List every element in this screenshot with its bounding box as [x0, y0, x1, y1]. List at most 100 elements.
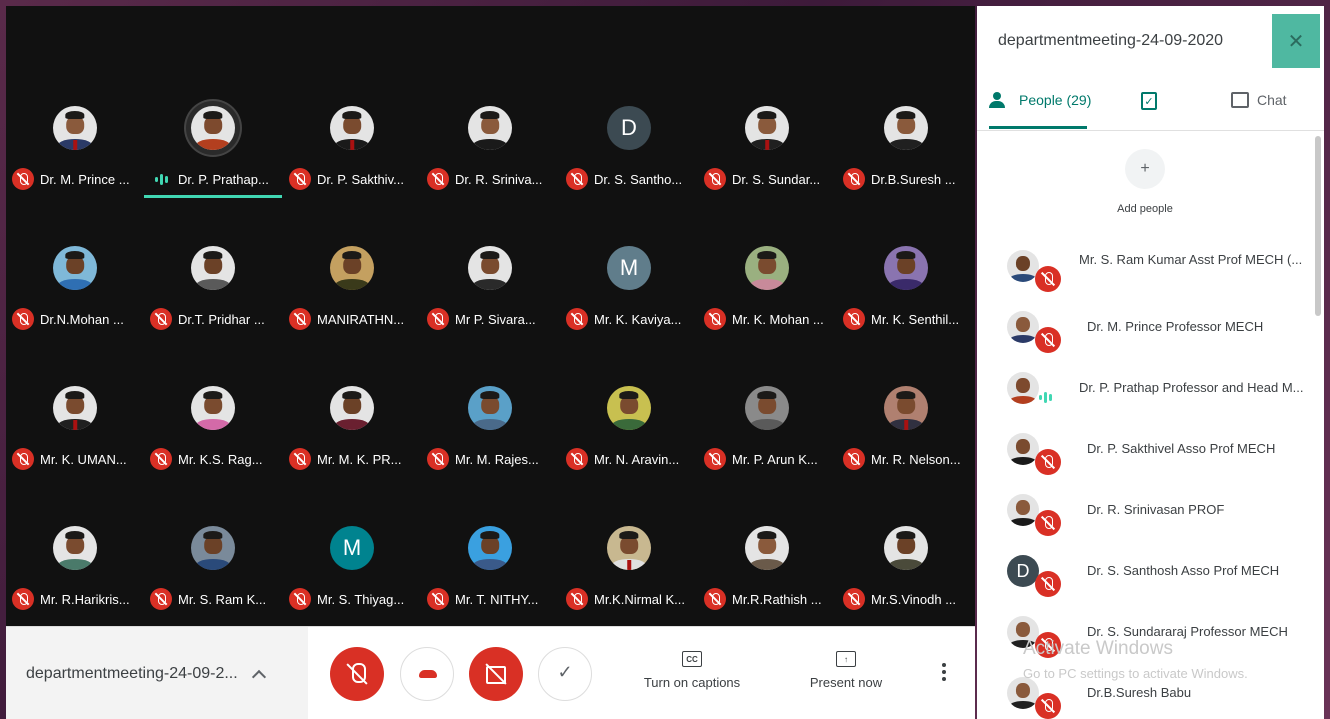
captions-button[interactable]: CC Turn on captions	[642, 651, 742, 690]
avatar: M	[330, 526, 374, 570]
participant-tile[interactable]: Dr.T. Pridhar ...	[144, 146, 282, 330]
avatar	[330, 386, 374, 430]
participant-tile[interactable]: MANIRATHN...	[283, 146, 421, 330]
microphone-muted-icon	[12, 588, 34, 610]
avatar	[745, 246, 789, 290]
participant-list-scrollbar[interactable]	[1315, 136, 1321, 316]
meeting-details-toggle[interactable]: departmentmeeting-24-09-2...	[6, 627, 308, 719]
participant-tile[interactable]: Mr. M. Rajes...	[421, 286, 559, 470]
participant-tile[interactable]: Dr.B.Suresh ...	[837, 6, 975, 190]
participant-tile[interactable]: Mr. K. UMAN...	[6, 286, 144, 470]
participant-tile[interactable]: Mr. R. Nelson...	[837, 286, 975, 470]
microphone-muted-icon	[1035, 693, 1061, 719]
participant-list-item[interactable]: Dr. M. Prince Professor MECH	[977, 297, 1324, 358]
activate-windows-subtitle: Go to PC settings to activate Windows.	[1023, 666, 1248, 681]
participant-tile[interactable]: Mr P. Sivara...	[421, 146, 559, 330]
participant-list-name: Dr. S. Santhosh Asso Prof MECH	[1087, 563, 1280, 578]
participant-tile[interactable]: Mr.R.Rathish ...	[698, 426, 836, 610]
participant-tile[interactable]: Mr. K.S. Rag...	[144, 286, 282, 470]
microphone-muted-icon	[1035, 571, 1061, 597]
activate-windows-title: Activate Windows	[1023, 638, 1173, 659]
participant-tile[interactable]: Mr. P. Arun K...	[698, 286, 836, 470]
participant-list-name: Mr. S. Ram Kumar Asst Prof MECH (...	[1079, 252, 1303, 267]
participant-tile[interactable]: Dr. P. Sakthiv...	[283, 6, 421, 190]
participant-tile[interactable]: Mr. K. Senthil...	[837, 146, 975, 330]
participant-tile[interactable]: Dr. P. Prathap...	[144, 6, 282, 198]
participant-tile[interactable]: Dr.N.Mohan ...	[6, 146, 144, 330]
participant-name-row: Mr. S. Ram K...	[150, 588, 282, 610]
captions-label: Turn on captions	[643, 675, 741, 690]
avatar	[884, 526, 928, 570]
leave-call-button[interactable]	[400, 647, 454, 701]
participant-list-item[interactable]: Dr. P. Prathap Professor and Head M...	[977, 358, 1324, 419]
participant-tile[interactable]: Mr.K.Nirmal K...	[560, 426, 698, 610]
tab-people[interactable]: People (29)	[989, 92, 1091, 108]
present-now-button[interactable]: ↑ Present now	[806, 651, 886, 690]
participant-tile[interactable]: Dr. M. Prince ...	[6, 6, 144, 190]
participant-name-row: Mr. S. Thiyag...	[289, 588, 421, 610]
add-people-label: Add people	[1117, 203, 1173, 215]
microphone-muted-icon	[843, 588, 865, 610]
avatar	[468, 246, 512, 290]
captions-icon: CC	[682, 651, 702, 667]
avatar	[191, 386, 235, 430]
chat-icon	[1231, 92, 1249, 108]
participant-name: Mr.R.Rathish ...	[732, 591, 822, 607]
task-checklist-icon: ✓	[1141, 92, 1157, 110]
participant-tile[interactable]: M Mr. S. Thiyag...	[283, 426, 421, 610]
microphone-toggle-button[interactable]	[330, 647, 384, 701]
avatar-initial: D	[1016, 560, 1030, 581]
participant-name-row: Mr. T. NITHY...	[427, 588, 559, 610]
participant-tile[interactable]: M Mr. K. Kaviya...	[560, 146, 698, 330]
avatar	[884, 386, 928, 430]
participant-tile[interactable]: Mr. T. NITHY...	[421, 426, 559, 610]
participant-list-item[interactable]: Mr. S. Ram Kumar Asst Prof MECH (...	[977, 236, 1324, 297]
camera-toggle-button[interactable]	[469, 647, 523, 701]
participant-tile[interactable]: D Dr. S. Santho...	[560, 6, 698, 190]
avatar	[468, 386, 512, 430]
participant-list-item[interactable]: Dr. P. Sakthivel Asso Prof MECH	[977, 419, 1324, 480]
speaking-indicator-icon	[1039, 392, 1052, 403]
attendance-check-button[interactable]: ✓	[538, 647, 592, 701]
participant-tile[interactable]: Dr. R. Sriniva...	[421, 6, 559, 190]
participant-name-row: Mr.R.Rathish ...	[704, 588, 836, 610]
people-icon	[989, 92, 1011, 108]
tab-tasks[interactable]: ✓	[1141, 92, 1157, 110]
avatar	[468, 106, 512, 150]
close-panel-button[interactable]: ✕	[1272, 14, 1320, 68]
participant-tile[interactable]: Mr. S. Ram K...	[144, 426, 282, 610]
participant-list-item[interactable]: Dr. R. Srinivasan PROF	[977, 480, 1324, 541]
avatar-initial: M	[342, 535, 362, 560]
avatar-initial: M	[619, 255, 639, 280]
participant-tile[interactable]: Dr. S. Sundar...	[698, 6, 836, 190]
meeting-code-label: departmentmeeting-24-09-2...	[26, 664, 238, 682]
tab-chat[interactable]: Chat	[1231, 92, 1287, 108]
participant-tile[interactable]: Mr. K. Mohan ...	[698, 146, 836, 330]
microphone-muted-icon	[566, 588, 588, 610]
participant-list-name: Dr. S. Sundararaj Professor MECH	[1087, 624, 1288, 639]
participant-name: Mr. T. NITHY...	[455, 591, 539, 607]
avatar	[330, 246, 374, 290]
avatar	[330, 106, 374, 150]
avatar	[607, 386, 651, 430]
avatar	[53, 386, 97, 430]
add-person-icon: +	[1125, 149, 1165, 189]
participant-tile[interactable]: Mr. R.Harikris...	[6, 426, 144, 610]
add-people-button[interactable]: + Add people	[1115, 149, 1175, 215]
avatar: D	[607, 106, 651, 150]
present-label: Present now	[809, 675, 883, 690]
close-icon: ✕	[1287, 30, 1305, 53]
participant-list-item[interactable]: D Dr. S. Santhosh Asso Prof MECH	[977, 541, 1324, 602]
participant-tile[interactable]: Mr. M. K. PR...	[283, 286, 421, 470]
participant-name-row: Mr.K.Nirmal K...	[566, 588, 698, 610]
avatar	[745, 526, 789, 570]
participant-name-row: Mr. R.Harikris...	[12, 588, 144, 610]
participant-tile[interactable]: Mr. N. Aravin...	[560, 286, 698, 470]
participant-list-name: Dr. M. Prince Professor MECH	[1087, 319, 1264, 334]
avatar	[1007, 372, 1039, 404]
avatar	[884, 106, 928, 150]
microphone-muted-icon	[1035, 266, 1061, 292]
panel-title: departmentmeeting-24-09-2020	[998, 32, 1224, 49]
more-options-icon[interactable]	[942, 663, 946, 681]
participant-tile[interactable]: Mr.S.Vinodh ...	[837, 426, 975, 610]
